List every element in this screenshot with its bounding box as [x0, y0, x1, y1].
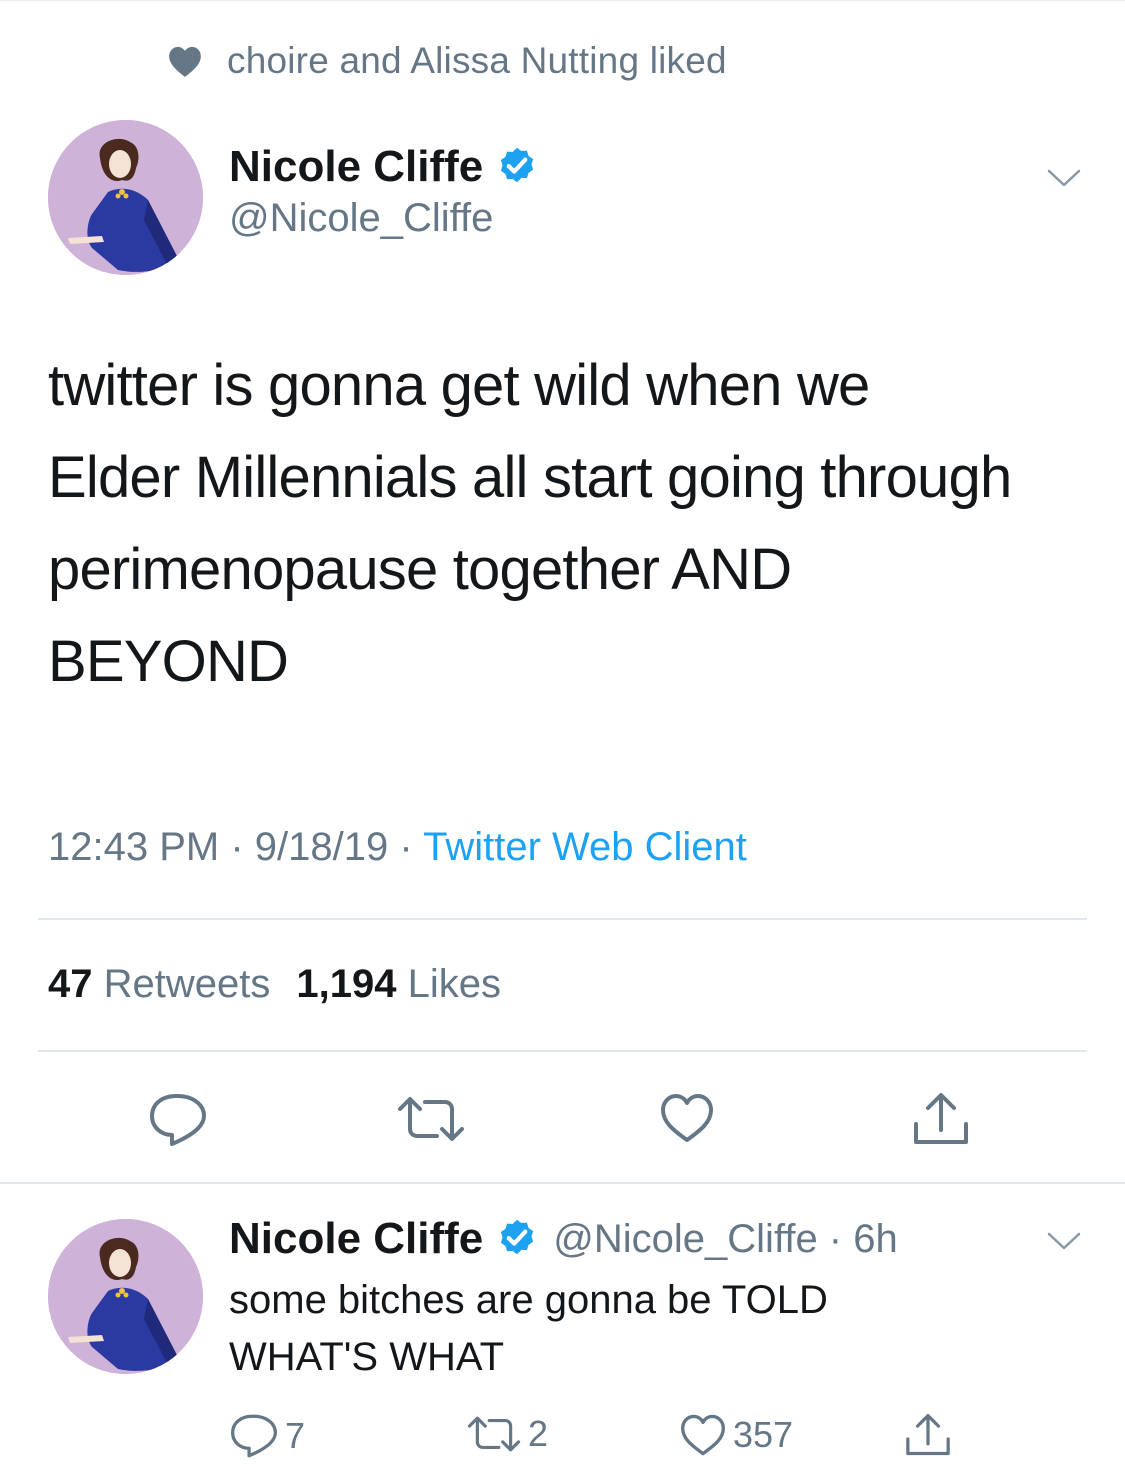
share-icon	[906, 1414, 950, 1456]
meta-separator: ·	[230, 825, 255, 869]
author-name[interactable]: Nicole Cliffe	[229, 142, 483, 192]
engagement-stats: 47 Retweets 1,194 Likes	[48, 962, 501, 1007]
retweet-label: Retweets	[103, 962, 271, 1006]
social-context: choire and Alissa Nutting liked	[165, 36, 727, 86]
reply-button[interactable]	[148, 1092, 208, 1148]
retweet-count: 47	[48, 962, 93, 1006]
reply-reply-count: 7	[285, 1415, 306, 1456]
divider	[0, 1182, 1125, 1184]
tweet-text-line: twitter is gonna get wild when we	[48, 353, 870, 418]
retweets-stat[interactable]: 47 Retweets	[48, 962, 270, 1006]
reply-retweet-button[interactable]: 2	[466, 1413, 548, 1455]
tweet-metadata: 12:43 PM · 9/18/19 · Twitter Web Client	[48, 825, 747, 870]
verified-badge-icon	[501, 1219, 534, 1255]
heart-outline-icon	[661, 1094, 713, 1142]
reply-text-line: some bitches are gonna be TOLD	[229, 1278, 828, 1322]
reply-author-row: Nicole Cliffe @Nicole_Cliffe · 6h	[229, 1214, 898, 1264]
reply-share-button[interactable]	[903, 1411, 953, 1459]
tweet-source-link[interactable]: Twitter Web Client	[423, 825, 747, 869]
tweet-text-line: Elder Millennials all start going throug…	[48, 445, 1012, 510]
tweet-text: twitter is gonna get wild when we Elder …	[48, 340, 1098, 708]
reply-text: some bitches are gonna be TOLD WHAT'S WH…	[229, 1272, 1019, 1386]
reply-author-name[interactable]: Nicole Cliffe	[229, 1214, 483, 1264]
reply-retweet-count: 2	[528, 1413, 549, 1454]
divider	[38, 918, 1087, 920]
avatar[interactable]	[48, 1219, 203, 1374]
avatar-illustration	[48, 1219, 203, 1374]
reply-reply-button[interactable]: 7	[229, 1413, 305, 1459]
reply-like-count: 357	[733, 1414, 794, 1455]
retweet-icon	[398, 1097, 464, 1141]
author-handle[interactable]: @Nicole_Cliffe	[229, 196, 493, 241]
chevron-down-icon[interactable]	[1046, 1229, 1082, 1253]
reply-handle-time[interactable]: @Nicole_Cliffe · 6h	[553, 1217, 897, 1262]
verified-badge-icon	[501, 147, 534, 183]
reply-text-line: WHAT'S WHAT	[229, 1335, 504, 1379]
avatar[interactable]	[48, 120, 203, 275]
tweet-time: 12:43 PM	[48, 825, 220, 869]
tweet-date: 9/18/19	[254, 825, 389, 869]
likes-stat[interactable]: 1,194 Likes	[296, 962, 501, 1006]
chevron-down-icon[interactable]	[1046, 166, 1082, 190]
social-context-text: choire and Alissa Nutting liked	[227, 40, 727, 81]
tweet-text-line: perimenopause together AND	[48, 537, 792, 602]
divider	[38, 1050, 1087, 1052]
top-border	[0, 0, 1125, 1]
tweet-text-line: BEYOND	[48, 629, 289, 694]
meta-separator: ·	[399, 825, 424, 869]
like-button[interactable]	[659, 1092, 715, 1144]
retweet-icon	[467, 1416, 521, 1452]
heart-icon	[169, 46, 201, 77]
reply-icon	[150, 1094, 206, 1146]
heart-outline-icon	[680, 1414, 725, 1456]
like-count: 1,194	[296, 962, 397, 1006]
reply-like-button[interactable]: 357	[679, 1413, 793, 1457]
like-label: Likes	[407, 962, 501, 1006]
avatar-illustration	[48, 120, 203, 275]
share-icon	[914, 1093, 968, 1144]
share-button[interactable]	[910, 1090, 972, 1148]
author-row: Nicole Cliffe	[229, 142, 539, 192]
retweet-button[interactable]	[396, 1095, 466, 1143]
reply-icon	[231, 1414, 278, 1458]
